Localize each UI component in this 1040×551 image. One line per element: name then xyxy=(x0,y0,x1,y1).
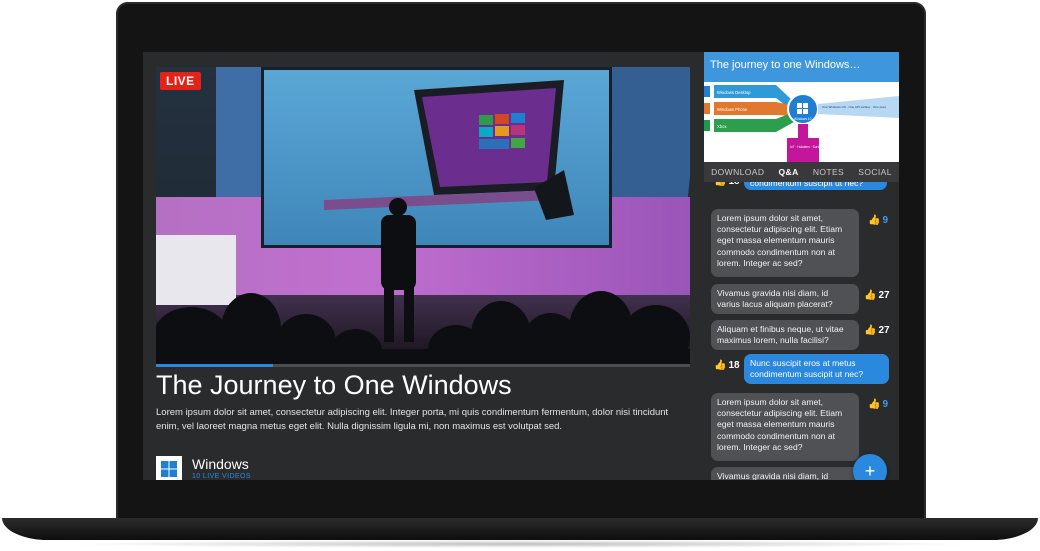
slide-center-label: Windows 10 xyxy=(794,117,812,121)
slide-row-2: Windows Phone xyxy=(717,107,748,112)
chat-message: Aliquam et finibus neque, ut vitae maxim… xyxy=(711,320,859,350)
tab-qa[interactable]: Q&A xyxy=(779,167,799,177)
thumbs-up-icon: 👍 xyxy=(714,182,726,187)
like-count[interactable]: 👍18 xyxy=(714,182,740,187)
like-button[interactable]: 👍 9 xyxy=(868,399,888,410)
like-button[interactable]: 👍 27 xyxy=(864,325,890,336)
like-button[interactable]: 👍 18 xyxy=(714,360,740,371)
plus-icon: + xyxy=(864,460,876,481)
thumbs-up-icon: 👍 xyxy=(864,290,877,301)
chat-message-partial: Vivamus gravida nisi diam, id xyxy=(711,467,859,480)
channel-name[interactable]: Windows xyxy=(192,456,249,472)
slide-right-note: One Windows OS · One API surface · One s… xyxy=(822,105,887,109)
video-progress-bar[interactable] xyxy=(156,364,690,367)
thumbs-up-icon: 👍 xyxy=(868,215,881,226)
slide-preview[interactable]: The journey to one Windows… Windows Desk… xyxy=(704,52,899,162)
chat-message: Lorem ipsum dolor sit amet, consectetur … xyxy=(711,393,859,461)
slide-diagram: Windows Desktop Windows Phone Xbox Windo… xyxy=(704,85,899,162)
thumbs-up-icon: 👍 xyxy=(868,399,881,410)
tab-download[interactable]: DOWNLOAD xyxy=(711,167,764,177)
windows-logo-icon[interactable] xyxy=(156,456,182,480)
slide-row-3: Xbox xyxy=(717,124,727,129)
tab-social[interactable]: SOCIAL xyxy=(858,167,892,177)
laptop-base xyxy=(2,518,1038,540)
slide-row-1: Windows Desktop xyxy=(717,90,751,95)
chat-message: Lorem ipsum dolor sit amet, consectetur … xyxy=(711,209,859,277)
app-screen: LIVE The Journey to One Windows Lorem ip… xyxy=(143,52,899,480)
slide-bottom-note: IoT · Hololens · Surface Hub xyxy=(790,145,831,149)
video-progress-fill xyxy=(156,364,274,367)
add-question-button[interactable]: + xyxy=(853,454,887,480)
laptop-shadow xyxy=(60,540,980,548)
slide-title: The journey to one Windows… xyxy=(704,52,899,82)
tab-notes[interactable]: NOTES xyxy=(813,167,844,177)
panel-tabs: DOWNLOAD Q&A NOTES SOCIAL xyxy=(704,162,899,182)
chat-message-own: Nunc suscipit eros at metus condimentum … xyxy=(744,354,889,384)
channel-subtitle: 10 LIVE VIDEOS xyxy=(192,473,251,480)
chat-message-partial: condimentum suscipit ut nec? xyxy=(744,182,887,190)
video-description: Lorem ipsum dolor sit amet, consectetur … xyxy=(156,407,669,432)
qa-chat-list[interactable]: 👍18 condimentum suscipit ut nec? Lorem i… xyxy=(704,182,899,480)
side-panel: The journey to one Windows… Windows Desk… xyxy=(704,52,899,480)
video-title: The Journey to One Windows xyxy=(156,370,512,400)
thumbs-up-icon: 👍 xyxy=(714,360,727,371)
video-player[interactable]: LIVE xyxy=(156,67,690,364)
thumbs-up-icon: 👍 xyxy=(864,325,877,336)
live-badge: LIVE xyxy=(160,72,201,90)
chat-message: Vivamus gravida nisi diam, id varius lac… xyxy=(711,284,859,314)
like-button[interactable]: 👍 27 xyxy=(864,290,890,301)
like-button[interactable]: 👍 9 xyxy=(868,215,888,226)
audience-silhouettes xyxy=(156,198,690,364)
